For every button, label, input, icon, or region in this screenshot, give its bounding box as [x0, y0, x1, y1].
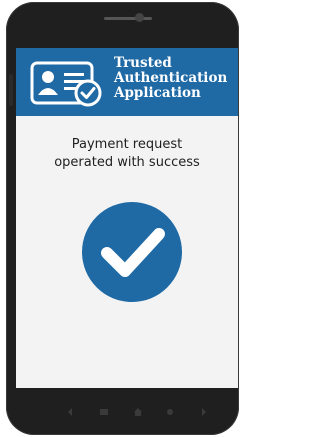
- earpiece-speaker: [104, 17, 152, 20]
- app-title-line-2: Authentication: [114, 70, 228, 86]
- id-card-check-icon: [30, 61, 102, 107]
- menu-icon[interactable]: [98, 406, 110, 418]
- search-icon[interactable]: [164, 406, 176, 418]
- phone-screen: Trusted Authentication Application Payme…: [16, 48, 238, 388]
- app-title: Trusted Authentication Application: [114, 56, 236, 101]
- app-title-line-3: Application: [114, 85, 201, 101]
- status-message-line-1: Payment request: [71, 137, 183, 152]
- phone-nav-bar: [12, 400, 245, 424]
- status-message: Payment request operated with success: [16, 136, 238, 172]
- side-button: [9, 74, 13, 106]
- app-header: Trusted Authentication Application: [16, 48, 238, 116]
- phone-frame: Trusted Authentication Application Payme…: [6, 2, 239, 435]
- status-message-line-2: operated with success: [54, 155, 200, 170]
- back-icon[interactable]: [64, 406, 76, 418]
- success-checkmark-icon: [82, 202, 182, 302]
- app-title-line-1: Trusted: [114, 55, 172, 71]
- forward-icon[interactable]: [198, 406, 210, 418]
- home-icon[interactable]: [132, 406, 144, 418]
- front-camera: [135, 13, 144, 22]
